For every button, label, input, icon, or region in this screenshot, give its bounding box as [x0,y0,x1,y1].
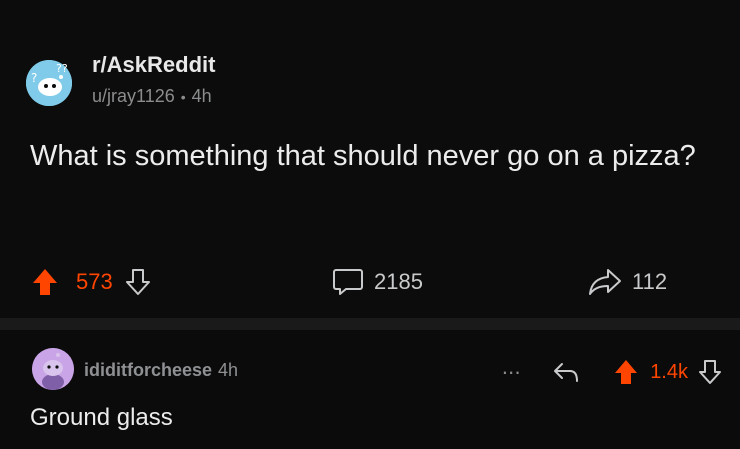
comment-vote-count: 1.4k [650,360,688,383]
post-actions: 573 2185 112 [0,262,740,302]
upvote-icon[interactable] [614,358,638,386]
comment-username[interactable]: ididitforcheese [84,360,212,381]
avatar[interactable] [32,348,74,390]
post-card: ? ?? r/AskReddit u/jray1126 • 4h What is… [0,0,740,318]
post-age: 4h [191,86,212,106]
comments-button[interactable]: 2185 [332,262,423,302]
more-options-button[interactable]: ··· [501,359,521,385]
subreddit-name[interactable]: r/AskReddit [92,52,215,78]
share-count: 112 [632,269,668,294]
comment-count: 2185 [374,269,423,294]
svg-text:?: ? [31,71,37,85]
comment-bubble-icon [332,267,364,297]
comment-age: 4h [218,360,239,380]
post-author[interactable]: u/jray1126 [92,86,175,107]
share-arrow-icon [588,267,622,297]
post-upvote-count: 573 [76,269,113,294]
comment-actions: ··· 1.4k [501,352,722,392]
svg-text:??: ?? [56,62,68,75]
snoo-question-icon: ? ?? [26,60,72,106]
section-divider [0,318,740,330]
comment-meta: ididitforcheese 4h [84,360,238,381]
reply-icon[interactable] [552,360,580,384]
meta-separator: • [180,88,186,105]
post-title[interactable]: What is something that should never go o… [30,136,710,176]
subreddit-avatar[interactable]: ? ?? [26,60,72,106]
reddit-screen: ? ?? r/AskReddit u/jray1126 • 4h What is… [0,0,740,449]
snoo-avatar-icon [32,348,74,390]
post-meta: u/jray1126 • 4h [92,86,212,107]
downvote-icon[interactable] [698,358,722,386]
share-button[interactable]: 112 [588,262,667,302]
downvote-icon[interactable] [125,267,151,297]
upvote-icon[interactable] [32,267,58,297]
post-vote-bar: 573 [32,262,151,302]
comment-body: Ground glass [30,404,173,431]
comment-item: ididitforcheese 4h Ground glass ··· 1.4k [0,330,740,449]
